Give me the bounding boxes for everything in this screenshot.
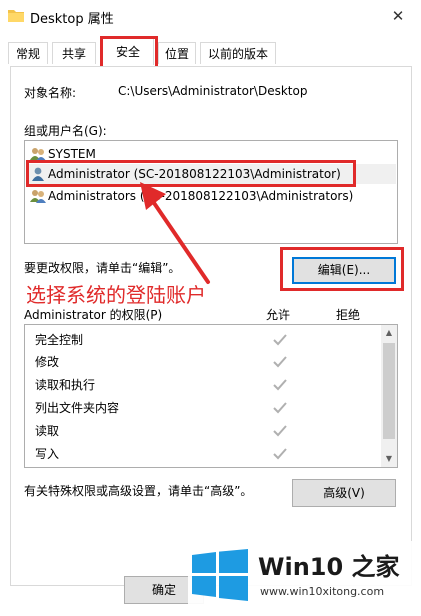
scroll-down-icon[interactable]: ▼ (381, 451, 397, 467)
title-bar: Desktop 属性 ✕ (0, 0, 421, 32)
deny-column-header: 拒绝 (336, 308, 361, 322)
permission-label: 修改 (35, 355, 60, 369)
scroll-up-icon[interactable]: ▲ (381, 325, 397, 341)
allow-check-icon (273, 425, 287, 437)
advanced-hint: 有关特殊权限或高级设置，请单击“高级”。 (24, 484, 253, 498)
users-group-icon (30, 148, 46, 161)
permissions-scrollbar[interactable]: ▲ ▼ (381, 325, 397, 467)
allow-check-icon (273, 379, 287, 391)
annotation-security-tab-box (100, 36, 158, 70)
permission-row-full-control: 完全控制 (35, 329, 375, 351)
tab-label: 以前的版本 (207, 47, 268, 61)
close-button[interactable]: ✕ (375, 0, 421, 32)
allow-column-header: 允许 (266, 308, 291, 322)
permission-label: 完全控制 (35, 333, 84, 347)
tab-sharing[interactable]: 共享 (52, 42, 96, 64)
tab-general[interactable]: 常规 (8, 42, 48, 64)
advanced-button[interactable]: 高级(V) (292, 479, 396, 507)
object-name-label: 对象名称: (24, 86, 77, 100)
tab-location[interactable]: 位置 (158, 42, 196, 64)
annotation-text: 选择系统的登陆账户 (26, 283, 206, 307)
watermark-brand: Win10 之家 (258, 553, 400, 581)
permission-row-write: 写入 (35, 443, 375, 465)
tab-previous-versions[interactable]: 以前的版本 (200, 42, 276, 64)
watermark-url: www.win10xitong.com (260, 585, 385, 598)
permission-label: 写入 (35, 447, 60, 461)
permission-row-modify: 修改 (35, 351, 375, 373)
watermark: Win10 之家 www.win10xitong.com (188, 541, 421, 616)
tab-label: 位置 (164, 47, 189, 61)
folder-icon (8, 10, 24, 22)
allow-check-icon (273, 356, 287, 368)
object-name-value: C:\Users\Administrator\Desktop (118, 84, 308, 98)
permission-row-read-execute: 读取和执行 (35, 374, 375, 396)
scroll-thumb[interactable] (383, 343, 395, 439)
advanced-button-label: 高级(V) (323, 486, 365, 500)
tab-strip: 常规 共享 安全 位置 以前的版本 (0, 32, 421, 68)
group-users-label: 组或用户名(G): (24, 124, 107, 138)
allow-check-icon (273, 448, 287, 460)
annotation-edit-box (280, 247, 404, 291)
tab-label: 常规 (15, 47, 40, 61)
ok-button-label: 确定 (151, 583, 176, 597)
annotation-arrow-icon (140, 182, 210, 284)
window-title: Desktop 属性 (30, 12, 114, 27)
permission-label: 列出文件夹内容 (35, 401, 120, 415)
users-group-icon (30, 190, 46, 203)
permissions-title: Administrator 的权限(P) (24, 308, 163, 322)
permission-row-list-folder: 列出文件夹内容 (35, 397, 375, 419)
permissions-list[interactable]: 完全控制 修改 读取和执行 列出文件夹内容 读取 写入 ▲ ▼ (24, 324, 398, 468)
permission-row-read: 读取 (35, 420, 375, 442)
windows-logo-icon (192, 549, 248, 601)
tab-label: 共享 (61, 47, 86, 61)
allow-check-icon (273, 334, 287, 346)
permission-label: 读取 (35, 424, 60, 438)
permission-label: 读取和执行 (35, 378, 96, 392)
allow-check-icon (273, 402, 287, 414)
close-icon: ✕ (391, 7, 405, 25)
